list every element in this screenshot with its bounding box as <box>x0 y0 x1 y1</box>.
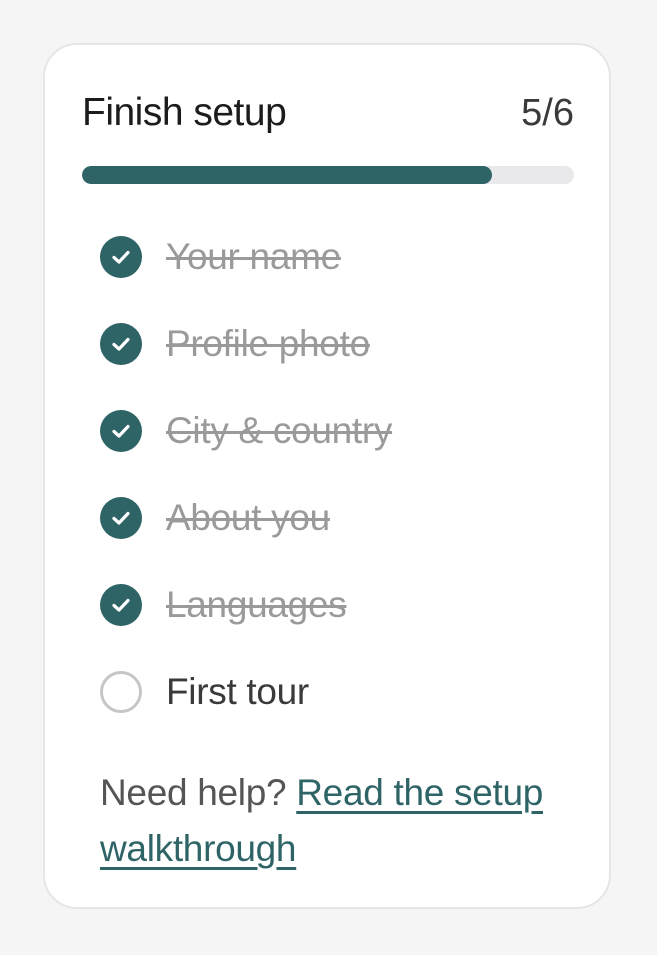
empty-circle-icon <box>100 670 142 713</box>
help-prefix: Need help? <box>100 772 297 813</box>
task-item-profile-photo[interactable]: Profile photo <box>100 300 392 387</box>
check-circle-icon <box>100 496 142 539</box>
task-item-first-tour[interactable]: First tour <box>100 648 392 735</box>
progress-bar-fill <box>82 166 492 184</box>
progress-count: 5/6 <box>521 91 574 134</box>
setup-header: Finish setup 5/6 <box>82 89 574 137</box>
setup-card: Finish setup 5/6 Your name Profile photo… <box>43 43 611 909</box>
check-circle-icon <box>100 583 142 626</box>
task-label: Profile photo <box>166 322 370 364</box>
setup-title: Finish setup <box>82 91 287 134</box>
task-item-your-name[interactable]: Your name <box>100 213 392 300</box>
task-label: City & country <box>166 409 393 451</box>
task-item-city-country[interactable]: City & country <box>100 387 392 474</box>
check-circle-icon <box>100 322 142 365</box>
setup-task-list: Your name Profile photo City & country A… <box>100 213 392 735</box>
progress-bar <box>82 166 574 184</box>
help-text: Need help? Read the setup walkthrough <box>100 765 569 877</box>
check-circle-icon <box>100 235 142 278</box>
task-label: Your name <box>166 235 341 277</box>
task-label: Languages <box>166 583 347 625</box>
task-item-about-you[interactable]: About you <box>100 474 392 561</box>
task-label: First tour <box>166 670 309 712</box>
task-item-languages[interactable]: Languages <box>100 561 392 648</box>
task-label: About you <box>166 496 330 538</box>
check-circle-icon <box>100 409 142 452</box>
